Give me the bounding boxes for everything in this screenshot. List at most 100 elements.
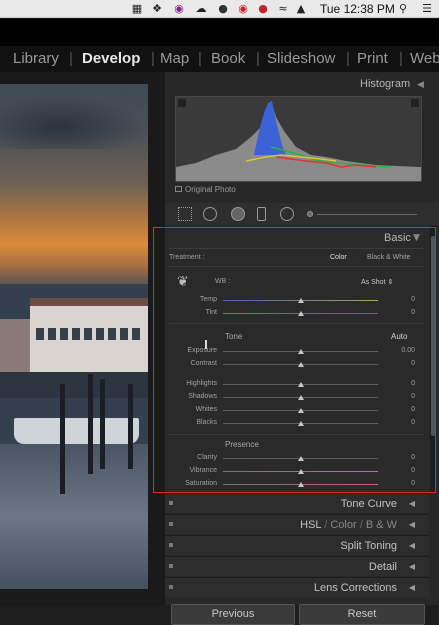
hsl-tabs: HSL / Color / B & W (300, 519, 397, 531)
highlights-value[interactable]: 0 (395, 380, 415, 387)
module-map[interactable]: Map (160, 50, 189, 67)
shadows-slider-handle[interactable] (298, 395, 304, 400)
histogram[interactable]: ISO 800 46 mm f / 20 1/250 sec (175, 96, 422, 182)
blacks-value[interactable]: 0 (395, 419, 415, 426)
module-separator: | (399, 50, 403, 67)
module-separator: | (198, 50, 202, 67)
graduated-filter-icon[interactable] (257, 207, 266, 221)
search-icon[interactable]: ⚲ (396, 2, 410, 16)
presence-section-label: Presence (225, 440, 259, 449)
tool-strip (165, 203, 439, 225)
menubar-clock[interactable]: Tue 12:38 PM (320, 2, 395, 16)
tone-auto-button[interactable]: Auto (391, 332, 407, 341)
treatment-color-option[interactable]: Color (330, 254, 347, 261)
collapse-triangle-icon[interactable]: ◀ (417, 80, 424, 90)
photo-water (0, 444, 148, 589)
shadow-clip-indicator (178, 99, 186, 107)
shadows-value[interactable]: 0 (395, 393, 415, 400)
blacks-slider-handle[interactable] (298, 421, 304, 426)
panel-switch-icon[interactable] (169, 501, 173, 505)
panel-switch-icon[interactable] (169, 585, 173, 589)
module-book[interactable]: Book (211, 50, 245, 67)
tint-value[interactable]: 0 (395, 309, 415, 316)
panel-switch-icon[interactable] (169, 522, 173, 526)
split-toning-panel-header[interactable]: Split Toning ◀ (165, 535, 429, 555)
record-icon[interactable]: ◉ (236, 2, 250, 16)
hsl-panel-header[interactable]: HSL / Color / B & W ◀ (165, 514, 429, 534)
creative-cloud-icon[interactable]: ☁ (194, 2, 208, 16)
scrollbar-thumb[interactable] (431, 236, 435, 436)
checkbox-icon[interactable] (175, 186, 182, 192)
contrast-slider-handle[interactable] (298, 362, 304, 367)
vibrance-slider-handle[interactable] (298, 469, 304, 474)
clarity-slider-handle[interactable] (298, 456, 304, 461)
lastpass-icon[interactable]: ● (256, 2, 270, 16)
wifi-icon[interactable]: ≈ (276, 2, 290, 16)
histogram-focal-length: 46 mm (286, 168, 308, 175)
exposure-value[interactable]: 0.00 (395, 347, 415, 354)
color-tab[interactable]: Color (330, 519, 356, 531)
expand-triangle-icon[interactable]: ◀ (409, 520, 415, 529)
collapse-triangle-icon[interactable]: ▼ (413, 233, 420, 243)
app-circle-icon[interactable]: ◉ (172, 2, 186, 16)
whites-value[interactable]: 0 (395, 406, 415, 413)
temp-slider-handle[interactable] (298, 298, 304, 303)
module-separator: | (69, 50, 73, 67)
highlight-clip-indicator (411, 99, 419, 107)
contrast-value[interactable]: 0 (395, 360, 415, 367)
radial-filter-icon[interactable] (280, 207, 294, 221)
vibrance-value[interactable]: 0 (395, 467, 415, 474)
crop-tool-icon[interactable] (178, 207, 192, 221)
saturation-slider-handle[interactable] (298, 482, 304, 487)
tint-label: Tint (205, 309, 217, 316)
previous-button[interactable]: Previous (171, 604, 295, 625)
whites-slider-handle[interactable] (298, 408, 304, 413)
panel-switch-icon[interactable] (169, 564, 173, 568)
hsl-tab[interactable]: HSL (300, 519, 321, 531)
detail-panel-header[interactable]: Detail ◀ (165, 556, 429, 576)
highlights-slider-handle[interactable] (298, 382, 304, 387)
module-web[interactable]: Web (410, 50, 439, 67)
dropbox-icon[interactable]: ❖ (150, 2, 164, 16)
wb-dropdown[interactable]: As Shot ⇕ (361, 278, 393, 286)
wb-eyedropper-icon[interactable]: ❦ (177, 274, 189, 290)
dropbox-icon[interactable]: ▦ (130, 2, 144, 16)
treatment-bw-option[interactable]: Black & White (367, 254, 411, 261)
photo-piling (128, 384, 133, 469)
module-library[interactable]: Library (13, 50, 59, 67)
original-photo-checkbox[interactable]: Original Photo (175, 185, 236, 194)
volume-icon[interactable]: ▲ (294, 2, 308, 16)
temp-value[interactable]: 0 (395, 296, 415, 303)
module-print[interactable]: Print (357, 50, 388, 67)
photo-preview[interactable] (0, 84, 148, 589)
red-eye-tool-icon[interactable] (231, 207, 245, 221)
list-icon[interactable]: ☰ (420, 2, 434, 16)
module-slideshow[interactable]: Slideshow (267, 50, 335, 67)
panel-switch-icon[interactable] (169, 543, 173, 547)
clarity-value[interactable]: 0 (395, 454, 415, 461)
expand-triangle-icon[interactable]: ◀ (409, 583, 415, 592)
panel-scrollbar[interactable] (430, 226, 436, 493)
module-develop[interactable]: Develop (82, 50, 140, 67)
brush-tool-icon[interactable] (307, 211, 313, 217)
bw-tab[interactable]: B & W (366, 519, 397, 531)
tone-section-label: Tone (225, 332, 243, 341)
saturation-label: Saturation (185, 480, 217, 487)
reset-button[interactable]: Reset (299, 604, 425, 625)
tint-slider-handle[interactable] (298, 311, 304, 316)
spot-removal-tool-icon[interactable] (203, 207, 217, 221)
histogram-title[interactable]: Histogram (360, 78, 410, 90)
saturation-value[interactable]: 0 (395, 480, 415, 487)
status-icon[interactable]: ● (216, 2, 230, 16)
expand-triangle-icon[interactable]: ◀ (409, 541, 415, 550)
brush-size-slider[interactable] (317, 214, 417, 215)
exposure-slider-handle[interactable] (298, 349, 304, 354)
dropdown-arrow-icon: ⇕ (387, 279, 394, 286)
expand-triangle-icon[interactable]: ◀ (409, 499, 415, 508)
expand-triangle-icon[interactable]: ◀ (409, 562, 415, 571)
tone-curve-panel-header[interactable]: Tone Curve ◀ (165, 493, 429, 513)
shadows-label: Shadows (188, 393, 217, 400)
module-picker: Library | Develop | Map | Book | Slidesh… (0, 46, 439, 72)
basic-title[interactable]: Basic (384, 232, 411, 244)
lens-corrections-panel-header[interactable]: Lens Corrections ◀ (165, 577, 429, 597)
